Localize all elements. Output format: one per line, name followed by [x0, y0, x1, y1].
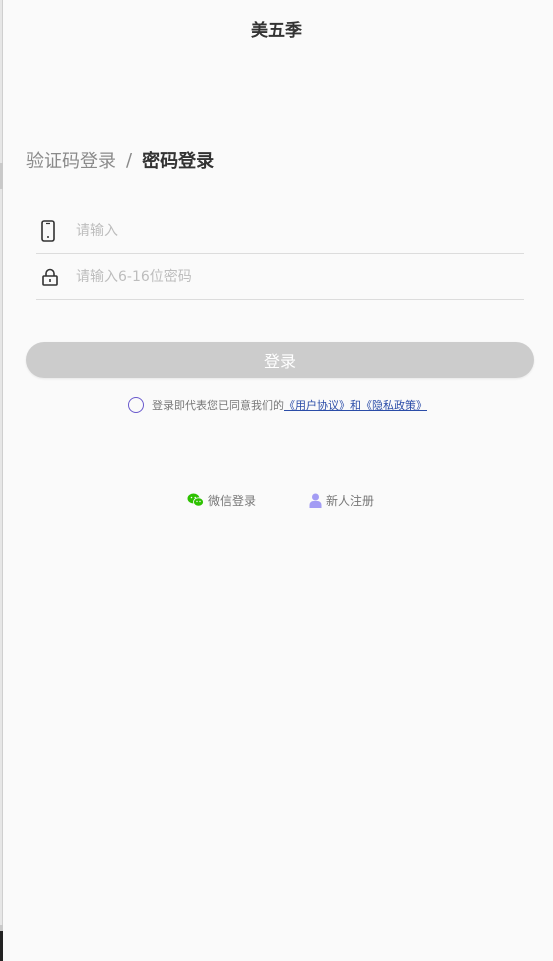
app-title: 美五季 — [251, 21, 302, 41]
window-left-edge — [0, 0, 3, 961]
tab-password-login[interactable]: 密码登录 — [142, 147, 214, 173]
user-icon — [309, 493, 322, 508]
register-button[interactable]: 新人注册 — [309, 491, 374, 509]
wechat-icon — [187, 493, 204, 507]
agree-radio[interactable] — [128, 397, 144, 413]
agreement-and: 和 — [350, 399, 361, 412]
register-label: 新人注册 — [326, 493, 375, 508]
wechat-login-label: 微信登录 — [208, 493, 257, 508]
edge-bottom — [0, 931, 3, 961]
password-input[interactable] — [74, 268, 478, 286]
phone-field — [36, 209, 524, 254]
agreement-row: 登录即代表您已同意我们的 《用户协议》 和 《隐私政策》 — [128, 395, 427, 415]
login-mode-switch: 验证码登录 / 密码登录 — [26, 147, 214, 173]
agreement-prefix: 登录即代表您已同意我们的 — [152, 399, 284, 412]
password-field — [36, 255, 524, 300]
edge-mark — [0, 163, 3, 189]
lock-icon — [36, 266, 64, 288]
tab-sms-login[interactable]: 验证码登录 — [26, 147, 116, 173]
phone-icon — [36, 220, 64, 242]
tab-separator: / — [126, 149, 133, 171]
user-agreement-link[interactable]: 《用户协议》 — [284, 397, 350, 413]
privacy-policy-link[interactable]: 《隐私政策》 — [361, 397, 427, 413]
phone-input[interactable] — [74, 222, 478, 240]
login-button[interactable]: 登录 — [26, 342, 534, 378]
wechat-login-button[interactable]: 微信登录 — [187, 491, 256, 509]
